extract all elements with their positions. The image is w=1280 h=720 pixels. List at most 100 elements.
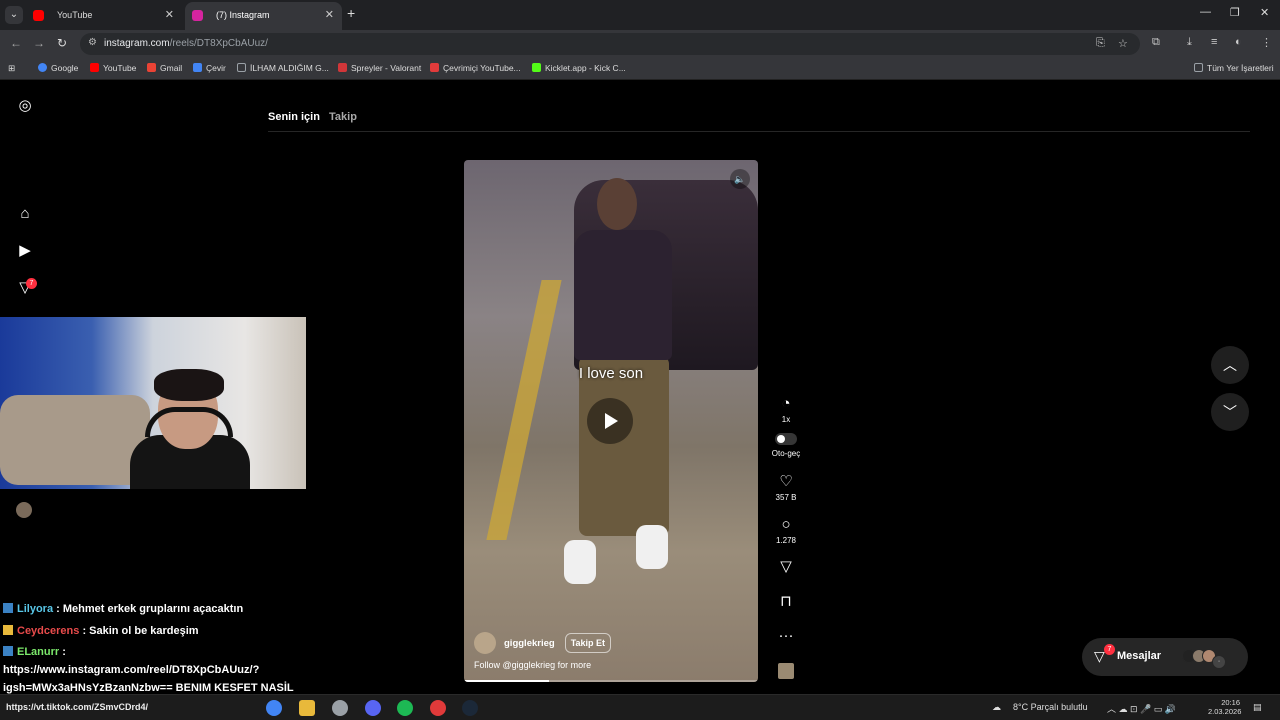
windows-taskbar: https://vt.tiktok.com/ZSmvCDrd4/ ☁ 8°C P… [0, 694, 1280, 720]
youtube-online-icon [430, 63, 439, 72]
apps-icon[interactable]: ⊞ [8, 63, 15, 74]
previous-reel-button[interactable]: ︿ [1211, 346, 1249, 384]
discord-icon[interactable] [365, 700, 381, 716]
weather-text[interactable]: 8°C Parçalı bulutlu [1013, 702, 1088, 712]
video-scene [564, 540, 596, 584]
home-icon[interactable]: ⌂ [16, 205, 34, 223]
like-button[interactable]: ♡ 357 B [770, 473, 802, 502]
share-button[interactable]: ▽ [770, 558, 802, 578]
comment-button[interactable]: ○ 1.278 [770, 516, 802, 545]
tab-for-you[interactable]: Senin için [268, 111, 320, 123]
chat-badge-icon [3, 646, 13, 656]
chat-username: Ceydcerens [17, 625, 80, 637]
minimize-icon[interactable]: — [1200, 6, 1211, 18]
messages-badge: 7 [1104, 644, 1115, 655]
bookmark-translate[interactable]: Çevir [193, 63, 226, 73]
more-options-button[interactable]: ··· [770, 627, 802, 647]
valorant-icon [338, 63, 347, 72]
bookmark-kicklet[interactable]: Kicklet.app - Kick C... [532, 63, 626, 73]
reel-author: gigglekrieg Takip Et [474, 632, 612, 654]
close-tab-icon[interactable]: ✕ [165, 8, 174, 21]
folder-icon [237, 63, 246, 72]
messages-label: Mesajlar [1117, 650, 1162, 662]
tab-search-button[interactable]: ⌄ [5, 6, 23, 24]
video-scene [574, 230, 672, 360]
author-avatar[interactable] [474, 632, 496, 654]
install-app-icon[interactable]: ⎘ [1096, 37, 1105, 50]
obs-icon[interactable] [430, 700, 446, 716]
download-icon[interactable]: ⤓ [1187, 36, 1192, 49]
chrome-icon[interactable] [266, 700, 282, 716]
spotify-icon[interactable] [397, 700, 413, 716]
file-explorer-icon[interactable] [299, 700, 315, 716]
menu-icon[interactable]: ⋮ [1261, 36, 1272, 49]
reels-icon[interactable]: ▶ [16, 242, 34, 260]
speed-control[interactable]: ◔ 1x [770, 395, 802, 424]
media-control-icon[interactable]: ≡ [1211, 36, 1217, 48]
new-tab-button[interactable]: + [347, 5, 355, 21]
app-icon[interactable] [332, 700, 348, 716]
bookmark-valorant[interactable]: Spreyler - Valorant [338, 63, 421, 73]
chat-message: Lilyora : Mehmet erkek gruplarını açacak… [3, 603, 243, 615]
bookmark-google[interactable]: Google [38, 63, 78, 73]
follow-button[interactable]: Takip Et [564, 633, 612, 653]
close-window-icon[interactable]: ✕ [1260, 6, 1269, 19]
all-bookmarks[interactable]: Tüm Yer İşaretleri [1194, 63, 1274, 73]
gmail-icon [147, 63, 156, 72]
play-button[interactable] [587, 398, 633, 444]
audio-thumbnail[interactable] [770, 663, 802, 679]
heart-icon: ♡ [779, 473, 793, 490]
reel-description: Follow @gigglekrieg for more [474, 660, 592, 670]
tab-following[interactable]: Takip [329, 111, 357, 123]
site-info-icon[interactable]: ⚙ [88, 37, 97, 48]
clock-date: 2.03.2026 [1208, 707, 1242, 716]
video-scene [579, 356, 669, 536]
tray-icons[interactable]: ︿ ☁ ⊡ 🎤 ▭ 🔊 [1107, 702, 1176, 715]
video-progress-bar[interactable] [464, 680, 758, 682]
autoplay-label: Oto-geç [771, 449, 801, 458]
clock[interactable]: 20:16 2.03.2026 [1208, 698, 1242, 716]
restore-icon[interactable]: ❐ [1230, 6, 1240, 19]
folder-icon [1194, 63, 1203, 72]
autoplay-toggle[interactable]: Oto-geç [770, 433, 802, 458]
bookmark-folder-ilham[interactable]: İLHAM ALDIĞIM G... [237, 63, 329, 73]
tab-youtube[interactable]: YouTube ✕ [26, 2, 182, 30]
paper-plane-icon: ▽ [780, 558, 792, 575]
toggle-switch-icon [775, 433, 797, 445]
messages-button[interactable]: ▽ 7 Mesajlar · [1082, 638, 1248, 676]
extensions-icon[interactable]: ⧉ [1152, 36, 1160, 49]
close-tab-icon[interactable]: ✕ [325, 8, 334, 21]
taskbar-running-text: https://vt.tiktok.com/ZSmvCDrd4/ [6, 702, 149, 712]
forward-icon[interactable]: → [33, 36, 45, 50]
bookmark-youtube[interactable]: YouTube [90, 63, 136, 73]
comment-bubble-icon: ○ [781, 516, 791, 533]
back-icon[interactable]: ← [10, 36, 22, 50]
profile-icon[interactable]: ◐ [1235, 36, 1242, 48]
video-progress-fill [464, 680, 550, 682]
speed-gauge-icon: ◔ [781, 395, 791, 412]
tab-strip: ⌄ YouTube ✕ (7) Instagram ✕ + — ❐ ✕ [0, 0, 1280, 30]
bookmarks-bar: ⊞ Google YouTube Gmail Çevir İLHAM ALDIĞ… [0, 58, 1280, 80]
next-reel-button[interactable]: ﹀ [1211, 393, 1249, 431]
bookmark-star-icon[interactable]: ☆ [1118, 37, 1128, 50]
reel-video[interactable]: I love son 🔈 gigglekrieg Takip Et Follow… [464, 160, 758, 682]
profile-avatar[interactable] [16, 502, 32, 518]
reload-icon[interactable]: ↻ [57, 36, 67, 50]
notification-center-icon[interactable]: ▤ [1253, 702, 1262, 713]
webcam-scene [154, 369, 224, 401]
save-button[interactable]: ⊓ [770, 593, 802, 613]
weather-icon[interactable]: ☁ [992, 702, 1001, 713]
instagram-logo-icon[interactable]: ◎ [16, 97, 34, 115]
bookmark-gmail[interactable]: Gmail [147, 63, 182, 73]
volume-icon[interactable]: 🔈 [730, 169, 750, 189]
address-bar[interactable]: ⚙ instagram.com/reels/DT8XpCbAUuz/ ⎘ ☆ [80, 33, 1140, 55]
steam-icon[interactable] [462, 700, 478, 716]
chat-message-link: igsh=MWx3aHNsYzBzanNzbw== BENIM KESFET N… [3, 682, 294, 694]
video-scene [636, 525, 668, 569]
tab-instagram[interactable]: (7) Instagram ✕ [185, 2, 342, 30]
bookmark-youtube-online[interactable]: Çevrimiçi YouTube... [430, 63, 521, 73]
video-scene [597, 178, 637, 230]
webcam-scene [0, 395, 150, 485]
tab-title: YouTube [57, 10, 93, 20]
author-name[interactable]: gigglekrieg [504, 638, 555, 649]
